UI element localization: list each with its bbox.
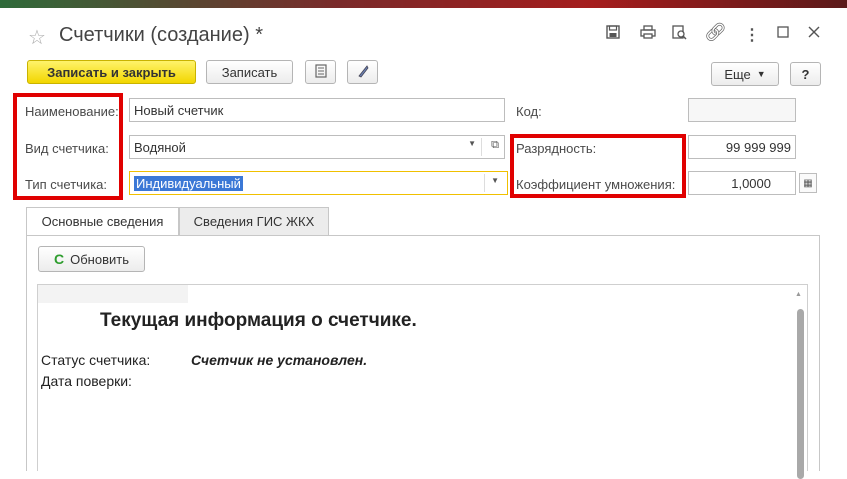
window-title: Счетчики (создание) * [59, 24, 263, 46]
type-field[interactable]: Водяной ▼ ⧉ [129, 135, 505, 159]
tab-gis-info[interactable]: Сведения ГИС ЖКХ [179, 207, 329, 236]
digits-label: Разрядность: [516, 141, 597, 156]
kind-label: Тип счетчика: [25, 177, 108, 192]
digits-field[interactable]: 99 999 999 [688, 135, 796, 159]
code-label: Код: [516, 104, 542, 119]
check-date-label: Дата поверки: [41, 373, 132, 389]
preview-icon[interactable] [672, 25, 687, 45]
refresh-label: Обновить [70, 251, 129, 267]
kind-value: Индивидуальный [134, 176, 243, 191]
print-icon[interactable] [640, 25, 656, 44]
chevron-down-icon: ▼ [756, 69, 766, 79]
coef-field[interactable]: 1,0000 [688, 171, 796, 195]
coef-label: Коэффициент умножения: [516, 177, 676, 192]
save-button[interactable]: Записать [206, 60, 293, 84]
type-label: Вид счетчика: [25, 141, 109, 156]
field-divider [484, 174, 485, 192]
scroll-thumb[interactable] [797, 309, 804, 479]
star-icon[interactable]: ☆ [28, 25, 46, 50]
doc-scrollbar[interactable]: ▲ [791, 285, 807, 479]
more-button-label: Еще [724, 66, 751, 82]
refresh-icon: C [54, 251, 65, 267]
dropdown-arrow-icon[interactable]: ▼ [491, 176, 499, 185]
window-top-strip [0, 0, 847, 8]
status-label: Статус счетчика: [41, 352, 151, 368]
list-icon [314, 63, 327, 81]
name-label: Наименование: [25, 104, 119, 119]
name-field[interactable]: Новый счетчик [129, 98, 505, 122]
type-value: Водяной [134, 140, 186, 155]
save-icon[interactable] [606, 25, 620, 44]
doc-header-cell [38, 285, 188, 303]
open-form-icon[interactable]: ⧉ [491, 139, 499, 152]
calculator-icon[interactable]: ▦ [799, 173, 817, 193]
refresh-button[interactable]: C Обновить [38, 246, 145, 272]
status-value: Счетчик не установлен. [191, 352, 368, 368]
tab-main-info[interactable]: Основные сведения [26, 207, 179, 236]
more-vert-icon[interactable]: ⋮ [744, 25, 760, 45]
title-bar: ☆ Счетчики (создание) * 🔗︎ ⋮ [0, 8, 847, 58]
command-bar: Записать и закрыть Записать Еще ▼ ? [0, 58, 847, 90]
info-document: Текущая информация о счетчике. Статус сч… [37, 284, 808, 479]
field-divider [481, 138, 482, 156]
list-button[interactable] [305, 60, 336, 84]
code-field[interactable] [688, 98, 796, 122]
pen-icon [356, 64, 370, 81]
dropdown-arrow-icon[interactable]: ▼ [468, 139, 476, 148]
help-button[interactable]: ? [790, 62, 821, 86]
edit-button[interactable] [347, 60, 378, 84]
more-button[interactable]: Еще ▼ [711, 62, 779, 86]
link-icon[interactable]: 🔗︎ [704, 22, 727, 43]
kind-field[interactable]: Индивидуальный ▼ [129, 171, 508, 195]
close-icon[interactable] [808, 25, 820, 43]
save-and-close-button[interactable]: Записать и закрыть [27, 60, 196, 84]
scroll-up-icon[interactable]: ▲ [795, 291, 802, 298]
maximize-icon[interactable] [777, 25, 789, 43]
info-heading: Текущая информация о счетчике. [100, 310, 417, 331]
